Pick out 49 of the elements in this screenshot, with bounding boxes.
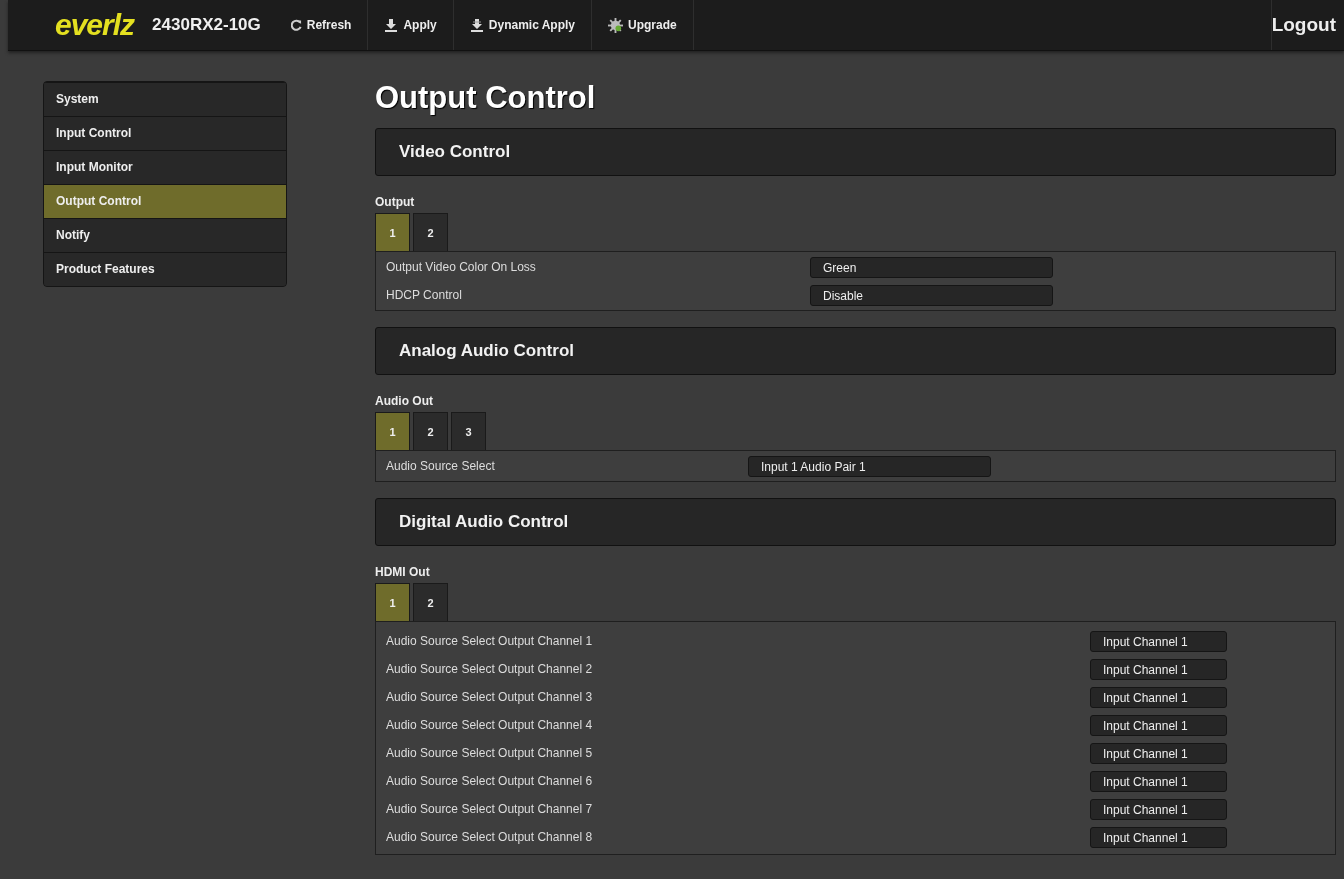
- tab[interactable]: 2: [413, 583, 448, 621]
- setting-label: Audio Source Select Output Channel 2: [386, 662, 594, 676]
- select-field[interactable]: Input Channel 1: [1090, 742, 1227, 764]
- select-field[interactable]: Input Channel 1: [1090, 826, 1227, 848]
- sidebar-item[interactable]: Output Control: [44, 184, 286, 218]
- download-icon: [384, 18, 399, 32]
- select-field[interactable]: Input 1 Audio Pair 1: [748, 455, 991, 477]
- select-field[interactable]: Input Channel 1: [1090, 686, 1227, 708]
- device-model: 2430RX2-10G: [152, 15, 261, 35]
- tab-group-label: Audio Out: [375, 394, 433, 408]
- select-field[interactable]: Input Channel 1: [1090, 658, 1227, 680]
- setting-label: Audio Source Select: [386, 459, 496, 473]
- setting-label: Audio Source Select Output Channel 6: [386, 774, 594, 788]
- upgrade-button[interactable]: Upgrade: [591, 0, 694, 50]
- section-header: Analog Audio Control: [375, 327, 1336, 375]
- setting-label: Audio Source Select Output Channel 3: [386, 690, 594, 704]
- refresh-icon: [290, 19, 302, 31]
- apply-button[interactable]: Apply: [367, 0, 453, 50]
- tab-group-label: HDMI Out: [375, 565, 430, 579]
- select-field[interactable]: Green: [810, 256, 1053, 278]
- tab[interactable]: 1: [375, 213, 410, 251]
- tab[interactable]: 1: [375, 412, 410, 450]
- setting-label: HDCP Control: [386, 288, 463, 302]
- tab[interactable]: 1: [375, 583, 410, 621]
- brand-logo: everlz: [55, 8, 135, 42]
- setting-label: Audio Source Select Output Channel 1: [386, 634, 594, 648]
- section-header: Digital Audio Control: [375, 498, 1336, 546]
- tab[interactable]: 2: [413, 213, 448, 251]
- select-field[interactable]: Input Channel 1: [1090, 714, 1227, 736]
- logout-button[interactable]: Logout: [1270, 0, 1336, 50]
- select-field[interactable]: Disable: [810, 284, 1053, 306]
- dynamic-apply-button[interactable]: Dynamic Apply: [452, 0, 592, 50]
- download-icon: [469, 18, 484, 32]
- gear-icon: [608, 17, 624, 33]
- select-field[interactable]: Input Channel 1: [1090, 770, 1227, 792]
- setting-label: Audio Source Select Output Channel 8: [386, 830, 594, 844]
- refresh-button[interactable]: Refresh: [274, 0, 368, 50]
- tab[interactable]: 3: [451, 412, 486, 450]
- select-field[interactable]: Input Channel 1: [1090, 630, 1227, 652]
- setting-label: Output Video Color On Loss: [386, 260, 537, 274]
- page-title: Output Control: [375, 81, 597, 117]
- setting-label: Audio Source Select Output Channel 7: [386, 802, 594, 816]
- section-header: Video Control: [375, 128, 1336, 176]
- select-field[interactable]: Input Channel 1: [1090, 798, 1227, 820]
- setting-label: Audio Source Select Output Channel 5: [386, 746, 594, 760]
- sidebar-item[interactable]: Product Features: [44, 252, 286, 286]
- tab[interactable]: 2: [413, 412, 448, 450]
- tab-group-label: Output: [375, 195, 415, 209]
- setting-label: Audio Source Select Output Channel 4: [386, 718, 594, 732]
